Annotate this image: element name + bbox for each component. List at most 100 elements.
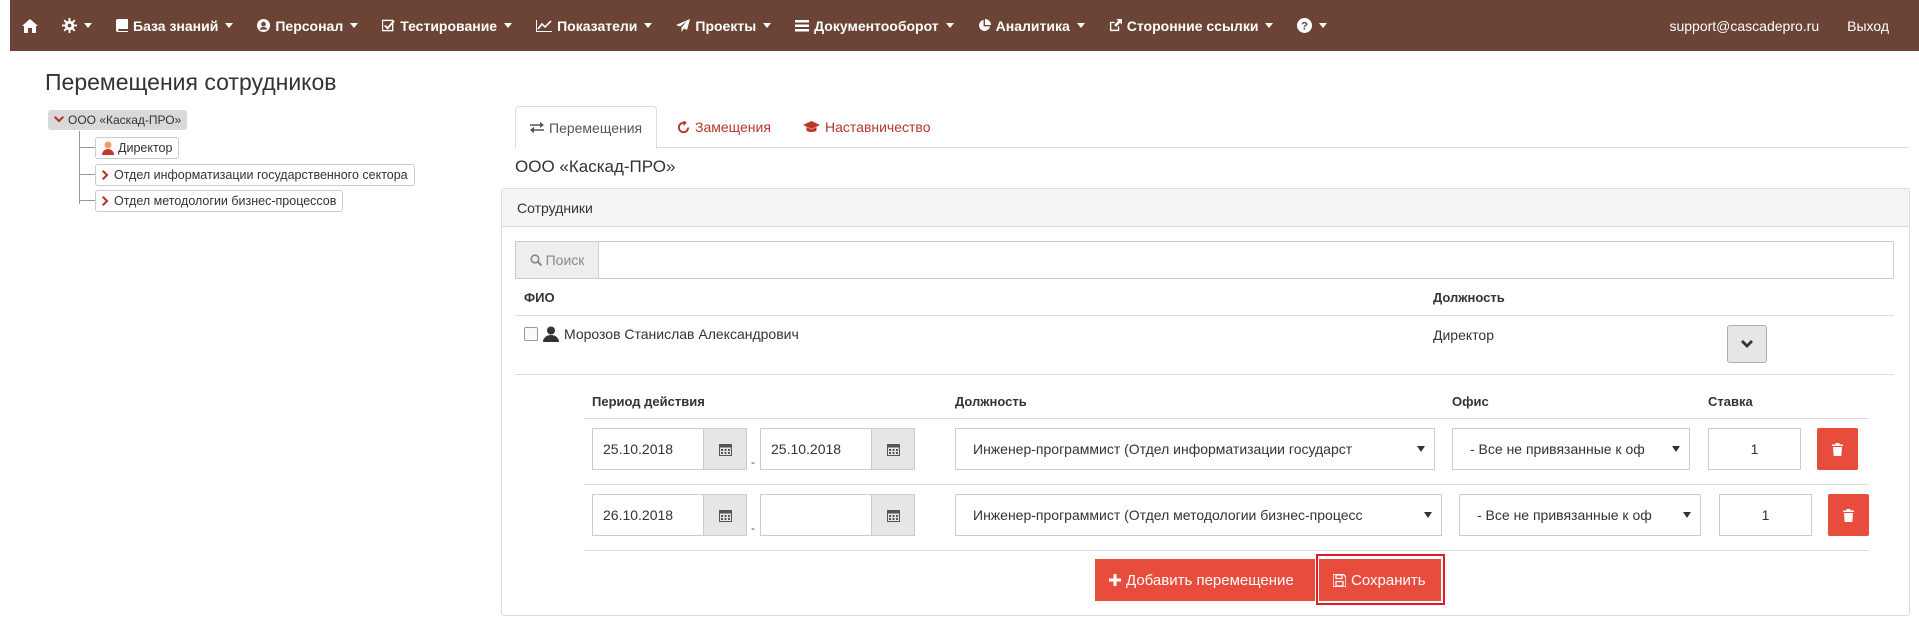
- chevron-right-icon: [102, 196, 109, 206]
- tree-connector: [79, 174, 95, 175]
- expand-employee-button[interactable]: [1727, 325, 1767, 363]
- nav-item-indicators[interactable]: Показатели: [524, 0, 664, 51]
- date-from-group: 26.10.2018: [592, 494, 747, 536]
- calendar-button[interactable]: [704, 494, 747, 536]
- help-menu[interactable]: ?: [1285, 0, 1339, 51]
- chevron-down-icon: [945, 23, 954, 28]
- home-button[interactable]: [10, 0, 50, 51]
- chevron-down-icon: [644, 23, 653, 28]
- nav-item-analytics[interactable]: Аналитика: [966, 0, 1097, 51]
- date-from-group: 25.10.2018: [592, 428, 747, 470]
- select-arrow-icon: [1683, 512, 1691, 518]
- date-to-input[interactable]: 25.10.2018: [760, 428, 872, 470]
- period-separator: -: [751, 455, 755, 469]
- date-from-input[interactable]: 25.10.2018: [592, 428, 704, 470]
- employee-name: Морозов Станислав Александрович: [564, 326, 799, 342]
- settings-menu[interactable]: [50, 0, 104, 51]
- page-title: Перемещения сотрудников: [45, 69, 337, 95]
- nav-item-projects[interactable]: Проекты: [664, 0, 783, 51]
- position-select[interactable]: Инженер-программист (Отдел методологии б…: [955, 494, 1442, 536]
- divider: [515, 374, 1894, 375]
- employee-position: Директор: [1433, 327, 1494, 343]
- tab-moves[interactable]: Перемещения: [515, 106, 658, 149]
- position-select[interactable]: Инженер-программист (Отдел информатизаци…: [955, 428, 1435, 470]
- org-tree: ООО «Каскад-ПРО»: [48, 110, 188, 130]
- office-select-value: - Все не привязанные к оф: [1477, 507, 1652, 523]
- nav-item-label: Документооборот: [814, 17, 939, 34]
- chevron-down-icon: [504, 23, 513, 28]
- nav-item-external-links[interactable]: Сторонние ссылки: [1097, 0, 1286, 51]
- column-header-rate: Ставка: [1708, 394, 1753, 409]
- office-select[interactable]: - Все не привязанные к оф: [1459, 494, 1701, 536]
- date-to-input[interactable]: [760, 494, 872, 536]
- nav-item-knowledge[interactable]: База знаний: [104, 0, 245, 51]
- paper-plane-icon: [676, 19, 691, 32]
- calendar-button[interactable]: [872, 494, 915, 536]
- nav-item-label: Персонал: [275, 17, 344, 34]
- search-icon: [529, 254, 542, 266]
- tab-label: Замещения: [695, 119, 771, 135]
- person-icon: [102, 141, 114, 155]
- logout-link[interactable]: Выход: [1833, 0, 1919, 51]
- refresh-icon: [677, 120, 690, 133]
- date-to-group: [760, 494, 915, 536]
- office-select[interactable]: - Все не привязанные к оф: [1452, 428, 1690, 470]
- calendar-icon: [718, 509, 732, 522]
- employee-checkbox[interactable]: [524, 327, 538, 341]
- question-circle-icon: ?: [1297, 18, 1313, 33]
- chevron-down-icon: [1319, 23, 1328, 28]
- tree-node-label: Директор: [118, 141, 173, 155]
- employee-row: Морозов Станислав Александрович: [524, 326, 799, 342]
- column-header-fio: ФИО: [524, 290, 555, 305]
- nav-item-testing[interactable]: Тестирование: [370, 0, 524, 51]
- tab-substitutions[interactable]: Замещения: [663, 106, 785, 148]
- delete-move-button[interactable]: [1817, 428, 1858, 470]
- select-arrow-icon: [1417, 446, 1425, 452]
- list-icon: [795, 19, 810, 31]
- nav-right: support@cascadepro.ru Выход: [1655, 0, 1919, 51]
- column-header-office: Офис: [1452, 394, 1489, 409]
- graduation-cap-icon: [803, 121, 820, 132]
- select-arrow-icon: [1672, 446, 1680, 452]
- user-circle-icon: [257, 19, 271, 32]
- nav-item-documents[interactable]: Документооборот: [783, 0, 966, 51]
- column-header-period: Период действия: [592, 394, 705, 409]
- chevron-down-icon: [1265, 23, 1274, 28]
- gear-icon: [62, 18, 77, 33]
- book-icon: [116, 19, 128, 32]
- org-title: ООО «Каскад-ПРО»: [515, 157, 676, 176]
- delete-move-button[interactable]: [1828, 494, 1869, 536]
- search-bar: Поиск: [515, 241, 1894, 279]
- user-email-link[interactable]: support@cascadepro.ru: [1655, 0, 1833, 51]
- search-input[interactable]: [598, 241, 1894, 279]
- date-from-input[interactable]: 26.10.2018: [592, 494, 704, 536]
- plus-icon: [1109, 574, 1121, 586]
- top-navbar: База знаний Персонал Тестирование Показа…: [10, 0, 1919, 51]
- tree-connector: [79, 147, 95, 148]
- tree-node-dept-gov[interactable]: Отдел информатизации государственного се…: [95, 164, 415, 186]
- divider: [584, 550, 1869, 551]
- chevron-down-icon: [763, 23, 772, 28]
- tree-root-node[interactable]: ООО «Каскад-ПРО»: [48, 110, 188, 130]
- nav-item-personnel[interactable]: Персонал: [245, 0, 370, 51]
- add-move-button[interactable]: Добавить перемещение: [1095, 559, 1315, 601]
- tree-connector: [79, 200, 95, 201]
- chevron-down-icon: [1741, 339, 1753, 348]
- nav-item-label: Сторонние ссылки: [1126, 17, 1259, 34]
- calendar-button[interactable]: [872, 428, 915, 470]
- calendar-button[interactable]: [704, 428, 747, 470]
- search-label: Поиск: [545, 252, 585, 268]
- tree-node-director[interactable]: Директор: [95, 137, 180, 159]
- nav-item-label: База знаний: [133, 17, 219, 34]
- chevron-down-icon: [1076, 23, 1085, 28]
- tab-mentoring[interactable]: Наставничество: [789, 106, 945, 148]
- panel-heading: Сотрудники: [502, 189, 1909, 227]
- trash-icon: [1843, 508, 1854, 522]
- divider: [584, 418, 1869, 419]
- tree-node-dept-bpm[interactable]: Отдел методологии бизнес-процессов: [95, 190, 344, 212]
- chevron-right-icon: [102, 170, 109, 180]
- calendar-icon: [718, 443, 732, 456]
- rate-input[interactable]: 1: [1719, 494, 1812, 536]
- date-to-group: 25.10.2018: [760, 428, 915, 470]
- rate-input[interactable]: 1: [1708, 428, 1801, 470]
